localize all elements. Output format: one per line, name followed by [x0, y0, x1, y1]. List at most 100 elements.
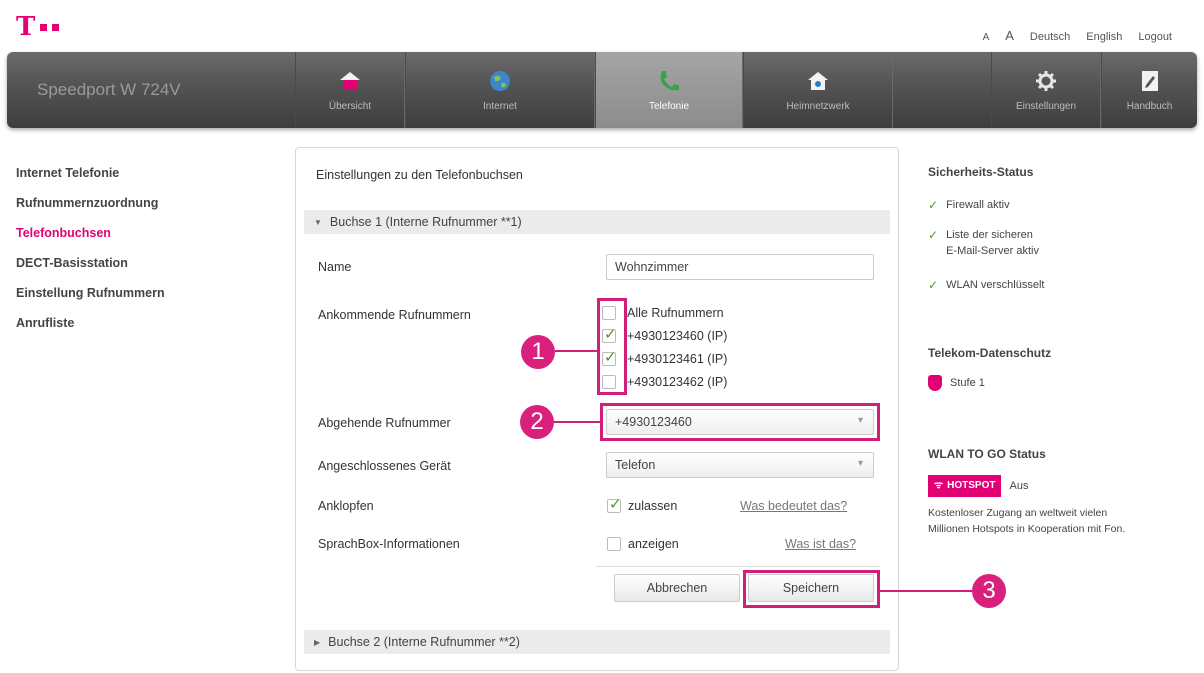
annotation-badge-3: 3 — [972, 574, 1006, 608]
status-text: Liste der sicheren — [946, 229, 1033, 241]
status-item-wlan: ✓ WLAN verschlüsselt — [928, 277, 1044, 293]
security-status-title: Sicherheits-Status — [928, 165, 1034, 179]
wlan-to-go-title: WLAN TO GO Status — [928, 447, 1046, 461]
expand-right-icon: ▶ — [314, 638, 321, 647]
status-item-firewall: ✓ Firewall aktiv — [928, 197, 1010, 213]
level-text: Stufe 1 — [950, 377, 985, 389]
description-text: Millionen Hotspots in Kooperation mit Fo… — [928, 523, 1126, 535]
help-link-sprachbox[interactable]: Was ist das? — [785, 537, 856, 551]
main-navigation: Speedport W 724V Übersicht Internet Tele… — [7, 52, 1197, 128]
nav-heimnetzwerk[interactable]: Heimnetzwerk — [743, 52, 893, 128]
device-select[interactable]: Telefon ▾ — [606, 452, 874, 478]
nav-label: Internet — [483, 100, 517, 112]
logo-dot — [52, 23, 60, 31]
check-icon: ✓ — [928, 228, 939, 242]
description-text: Kostenloser Zugang an weltweit vielen — [928, 507, 1108, 519]
device-name: Speedport W 724V — [37, 80, 181, 99]
font-size-small-button[interactable]: A — [983, 32, 990, 43]
nav-handbuch[interactable]: Handbuch — [1101, 52, 1197, 128]
check-icon: ✓ — [609, 496, 622, 513]
nav-label: Heimnetzwerk — [786, 100, 850, 112]
sprachbox-checkbox[interactable] — [607, 537, 621, 551]
hotspot-label: HOTSPOT — [947, 480, 996, 491]
name-input[interactable]: Wohnzimmer — [606, 254, 874, 280]
annotation-badge-2: 2 — [520, 405, 554, 439]
highlight-checkboxes — [597, 298, 627, 395]
sprachbox-label: SprachBox-Informationen — [318, 537, 460, 551]
privacy-title: Telekom-Datenschutz — [928, 346, 1052, 360]
side-menu-telefonbuchsen[interactable]: Telefonbuchsen — [16, 225, 165, 255]
nav-label: Telefonie — [648, 100, 690, 112]
checkbox-label: zulassen — [628, 499, 678, 513]
shield-icon — [928, 375, 942, 391]
annotation-badge-1: 1 — [521, 335, 555, 369]
logo-t: T — [16, 12, 36, 42]
expand-down-icon: ▼ — [314, 218, 322, 227]
side-menu-internet-telefonie[interactable]: Internet Telefonie — [16, 165, 165, 195]
globe-icon — [488, 69, 512, 93]
nav-label: Übersicht — [328, 100, 372, 112]
nav-einstellungen[interactable]: Einstellungen — [991, 52, 1101, 128]
phone-icon — [657, 69, 681, 93]
section-buchse-2[interactable]: ▶ Buchse 2 (Interne Rufnummer **2) — [304, 630, 890, 654]
check-icon: ✓ — [928, 278, 939, 292]
incoming-numbers-label: Ankommende Rufnummern — [318, 308, 471, 322]
highlight-outgoing-number — [600, 403, 880, 441]
checkbox-label: +4930123460 (IP) — [627, 329, 728, 343]
hotspot-description: Kostenloser Zugang an weltweit vielen Mi… — [928, 505, 1125, 537]
nav-uebersicht[interactable]: Übersicht — [295, 52, 405, 128]
side-menu-anrufliste[interactable]: Anrufliste — [16, 315, 165, 345]
house-icon — [338, 69, 362, 93]
status-text: WLAN verschlüsselt — [946, 279, 1045, 291]
annotation-line — [554, 421, 600, 423]
telekom-logo: T — [16, 12, 60, 42]
annotation-line — [880, 590, 972, 592]
side-menu-einstellung-rufnummern[interactable]: Einstellung Rufnummern — [16, 285, 165, 315]
highlight-save-button — [743, 570, 880, 608]
privacy-level[interactable]: Stufe 1 — [928, 375, 985, 391]
device-label: Angeschlossenes Gerät — [318, 459, 451, 473]
checkbox-label: +4930123462 (IP) — [627, 375, 728, 389]
nav-internet[interactable]: Internet — [405, 52, 595, 128]
hotspot-state: Aus — [1009, 480, 1029, 492]
page-title: Einstellungen zu den Telefonbuchsen — [316, 168, 523, 182]
name-label: Name — [318, 260, 352, 274]
checkbox-label: anzeigen — [628, 537, 679, 551]
status-text: Firewall aktiv — [946, 199, 1010, 211]
select-value: Telefon — [615, 458, 656, 472]
side-menu: Internet Telefonie Rufnummernzuordnung T… — [16, 165, 165, 345]
status-item-mail: ✓ Liste der sicheren E-Mail-Server aktiv — [928, 227, 1039, 259]
annotation-line — [555, 350, 597, 352]
side-menu-rufnummernzuordnung[interactable]: Rufnummernzuordnung — [16, 195, 165, 225]
logo-dot — [40, 23, 48, 31]
help-link-call-waiting[interactable]: Was bedeutet das? — [740, 499, 847, 513]
status-text: E-Mail-Server aktiv — [946, 245, 1039, 257]
hotspot-badge[interactable]: ᯤ HOTSPOT — [928, 475, 1002, 497]
home-network-icon — [806, 69, 830, 93]
divider — [596, 566, 880, 567]
section-buchse-1[interactable]: ▼ Buchse 1 (Interne Rufnummer **1) — [304, 210, 890, 234]
font-size-large-button[interactable]: A — [1005, 28, 1014, 43]
logout-link[interactable]: Logout — [1138, 31, 1172, 43]
language-english-link[interactable]: English — [1086, 31, 1122, 43]
checkbox-label: Alle Rufnummern — [627, 306, 724, 320]
side-menu-dect-basisstation[interactable]: DECT-Basisstation — [16, 255, 165, 285]
outgoing-number-label: Abgehende Rufnummer — [318, 416, 451, 430]
gear-icon — [1034, 69, 1058, 93]
check-icon: ✓ — [928, 198, 939, 212]
top-links: A A Deutsch English Logout — [983, 28, 1172, 43]
checkbox-label: +4930123461 (IP) — [627, 352, 728, 366]
chevron-down-icon: ▾ — [857, 458, 863, 469]
section-title: Buchse 1 (Interne Rufnummer **1) — [329, 215, 522, 229]
section-title: Buchse 2 (Interne Rufnummer **2) — [328, 635, 520, 649]
language-deutsch-link[interactable]: Deutsch — [1030, 31, 1070, 43]
wifi-icon: ᯤ — [934, 480, 944, 491]
nav-label: Einstellungen — [1015, 100, 1077, 112]
call-waiting-checkbox[interactable]: ✓ — [607, 496, 622, 513]
nav-label: Handbuch — [1126, 100, 1173, 112]
call-waiting-label: Anklopfen — [318, 499, 374, 513]
hotspot-status: ᯤ HOTSPOT Aus — [928, 475, 1028, 497]
nav-telefonie[interactable]: Telefonie — [595, 52, 743, 128]
cancel-button[interactable]: Abbrechen — [614, 574, 740, 602]
manual-icon — [1138, 69, 1162, 93]
